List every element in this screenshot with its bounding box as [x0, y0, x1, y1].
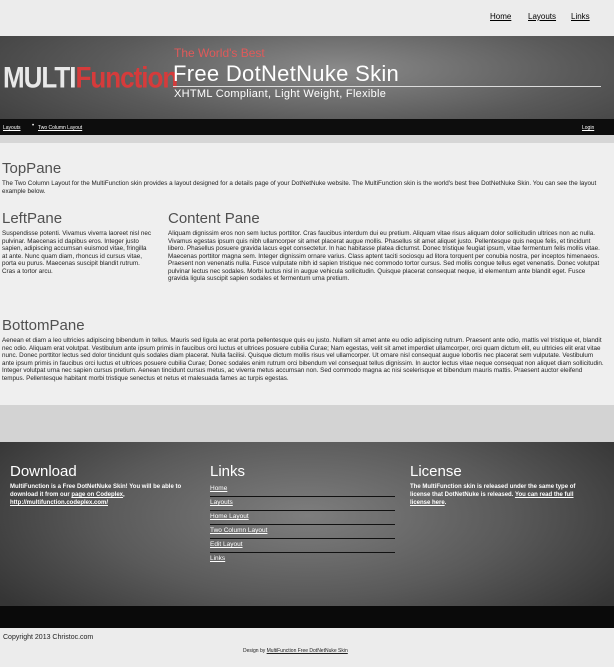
codeplex-url-link[interactable]: http://multifunction.codeplex.com/: [10, 500, 108, 506]
tagline-small: The World's Best: [174, 46, 265, 60]
footer-link-item: Layouts: [210, 497, 395, 511]
footer-link-edit-layout[interactable]: Edit Layout: [210, 541, 243, 548]
design-credit: Design by MultiFunction Free DotNetNuke …: [243, 648, 348, 654]
download-title: Download: [10, 463, 77, 480]
footer-link-layouts[interactable]: Layouts: [210, 499, 233, 506]
content-pane-title: Content Pane: [168, 210, 260, 227]
copyright-text: Copyright 2013 Christoc.com: [3, 634, 94, 641]
main-content: TopPane The Two Column Layout for the Mu…: [0, 143, 614, 405]
top-pane-title: TopPane: [2, 160, 62, 177]
footer-link-two-column-layout[interactable]: Two Column Layout: [210, 527, 267, 534]
nav-home-link[interactable]: Home: [490, 12, 511, 21]
site-logo[interactable]: MULTIFunction: [3, 59, 179, 95]
codeplex-page-link[interactable]: page on Codeplex: [71, 492, 123, 498]
divider-band-lower: [0, 405, 614, 442]
footer-black-bar: [0, 606, 614, 628]
nav-layouts-link[interactable]: Layouts: [528, 12, 556, 21]
footer: Download MultiFunction is a Free DotNetN…: [0, 442, 614, 606]
design-credit-link[interactable]: MultiFunction Free DotNetNuke Skin: [267, 648, 348, 654]
login-link[interactable]: Login: [582, 125, 594, 131]
footer-link-item: Links: [210, 553, 395, 566]
breadcrumb-separator: •: [32, 123, 35, 129]
top-navigation: Home Layouts Links: [0, 0, 614, 36]
tagline-large: Free DotNetNuke Skin: [173, 61, 400, 86]
footer-link-item: Edit Layout: [210, 539, 395, 553]
footer-link-item: Home: [210, 483, 395, 497]
footer-link-item: Home Layout: [210, 511, 395, 525]
left-pane-text: Suspendisse potenti. Vivamus viverra lao…: [2, 230, 151, 275]
breadcrumb-layouts-link[interactable]: Layouts: [3, 125, 21, 131]
breadcrumb-current-link[interactable]: Two Column Layout: [38, 125, 82, 131]
breadcrumb-bar: Layouts • Two Column Layout Login: [0, 119, 614, 135]
divider-band: [0, 135, 614, 143]
tagline-sub: XHTML Compliant, Light Weight, Flexible: [174, 88, 387, 100]
footer-link-links[interactable]: Links: [210, 555, 225, 562]
download-text: MultiFunction is a Free DotNetNuke Skin!…: [10, 484, 182, 506]
header-banner: MULTIFunction The World's Best Free DotN…: [0, 36, 614, 119]
design-prefix: Design by: [243, 648, 266, 654]
bottom-pane-title: BottomPane: [2, 317, 85, 334]
footer-link-home[interactable]: Home: [210, 485, 227, 492]
left-pane-title: LeftPane: [2, 210, 63, 227]
bottom-pane-text: Aenean et diam a leo ultricies adipiscin…: [2, 337, 604, 382]
nav-links-link[interactable]: Links: [571, 12, 590, 21]
logo-accent-text: Function: [75, 59, 179, 95]
license-text: The MultiFunction skin is released under…: [410, 484, 576, 506]
links-title: Links: [210, 463, 246, 480]
footer-link-home-layout[interactable]: Home Layout: [210, 513, 249, 520]
top-pane-text: The Two Column Layout for the MultiFunct…: [2, 180, 597, 195]
logo-main-text: MULTI: [3, 59, 76, 95]
content-pane-text: Aliquam dignissim eros non sem luctus po…: [168, 230, 600, 283]
license-title: License: [410, 463, 462, 480]
footer-link-item: Two Column Layout: [210, 525, 395, 539]
tagline-divider: [173, 86, 601, 87]
